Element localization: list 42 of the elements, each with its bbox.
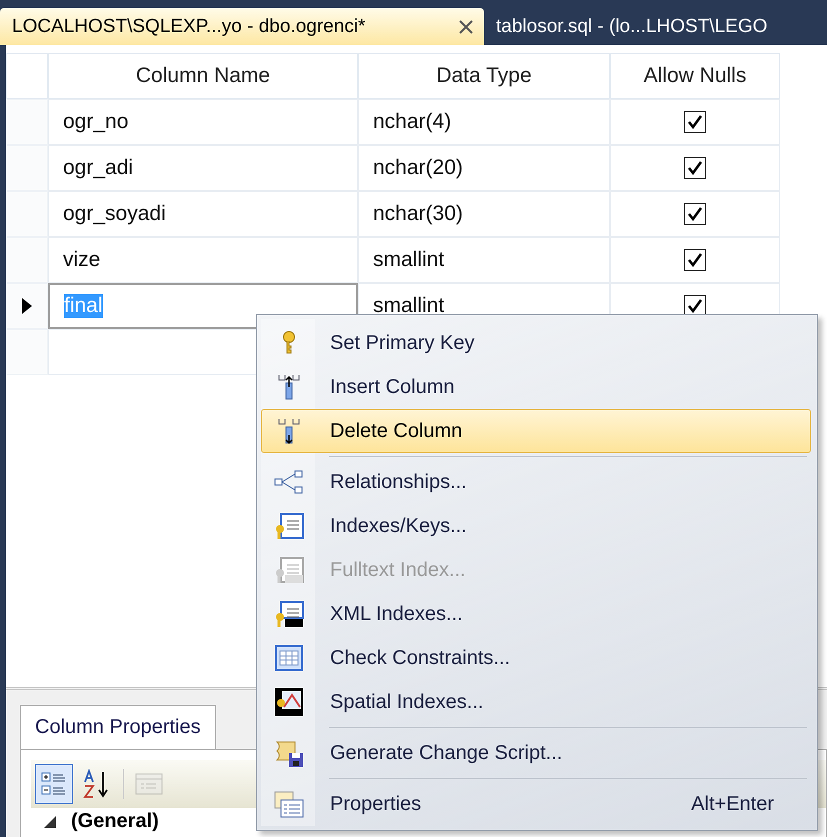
index-key-icon [273, 511, 305, 541]
header-corner [6, 53, 48, 99]
table-cell[interactable]: ogr_no [48, 99, 358, 145]
menu-item[interactable]: Properties Alt+Enter [261, 782, 811, 826]
spatial-index-icon [274, 687, 304, 717]
xml-index-icon [273, 599, 305, 629]
table-icon [274, 644, 304, 672]
checkbox[interactable] [684, 249, 706, 271]
document-tab[interactable]: LOCALHOST\SQLEXP...yo - dbo.ogrenci* [0, 8, 484, 45]
menu-item[interactable]: XML Indexes... [261, 592, 811, 636]
checkbox[interactable] [684, 111, 706, 133]
column-header[interactable]: Data Type [358, 53, 610, 99]
delete-column-icon [276, 417, 302, 445]
table-cell[interactable]: ogr_soyadi [48, 191, 358, 237]
menu-item[interactable]: Insert Column [261, 365, 811, 409]
menu-item[interactable]: Indexes/Keys... [261, 504, 811, 548]
table-cell[interactable]: smallint [358, 237, 610, 283]
menu-item[interactable]: Check Constraints... [261, 636, 811, 680]
fulltext-index-icon [273, 555, 305, 585]
document-tab[interactable]: tablosor.sql - (lo...LHOST\LEGO [484, 8, 778, 45]
properties-icon [273, 789, 305, 819]
menu-item[interactable]: Relationships... [261, 460, 811, 504]
relationships-icon [273, 468, 305, 496]
column-header[interactable]: Column Name [48, 53, 358, 99]
panel-tab[interactable]: Column Properties [20, 705, 216, 749]
menu-item[interactable]: Generate Change Script... [261, 731, 811, 779]
category-label: (General) [71, 810, 159, 833]
close-icon[interactable] [458, 18, 474, 34]
table-cell[interactable]: nchar(30) [358, 191, 610, 237]
checkbox[interactable] [684, 203, 706, 225]
row-header[interactable] [6, 283, 48, 329]
menu-item[interactable]: Spatial Indexes... [261, 680, 811, 728]
categorized-icon[interactable] [35, 764, 73, 804]
insert-column-icon [276, 373, 302, 401]
column-header[interactable]: Allow Nulls [610, 53, 780, 99]
shortcut-label: Alt+Enter [691, 792, 774, 816]
collapse-icon[interactable] [43, 814, 57, 828]
table-cell[interactable]: ogr_adi [48, 145, 358, 191]
table-cell[interactable]: nchar(20) [358, 145, 610, 191]
table-cell[interactable]: nchar(4) [358, 99, 610, 145]
table-cell[interactable]: vize [48, 237, 358, 283]
checkbox[interactable] [684, 157, 706, 179]
